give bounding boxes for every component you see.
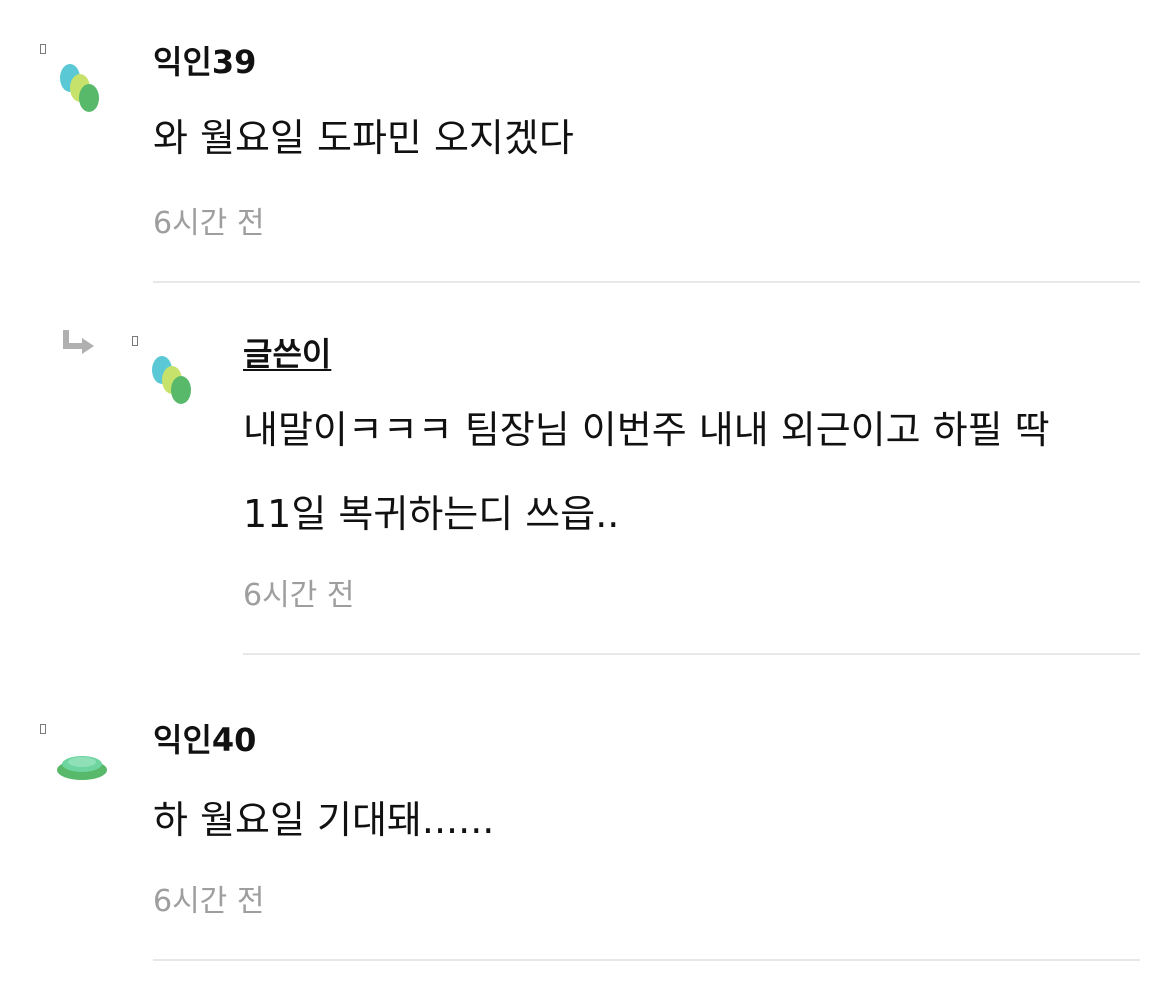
comment-divider — [243, 653, 1140, 655]
comment-item: 익인39 와 월요일 도파민 오지겠다 6시간 전 — [0, 0, 1170, 284]
three-dot-avatar-icon[interactable] — [55, 56, 115, 136]
reply-author[interactable]: 글쓴이 — [243, 334, 331, 374]
reply-timestamp: 6시간 전 — [243, 578, 355, 613]
reply-text-line-2: 11일 복귀하는디 쓰읍.. — [243, 492, 620, 536]
comment-text: 하 월요일 기대돼...... — [153, 798, 495, 842]
report-marker-icon[interactable] — [40, 724, 46, 734]
comment-timestamp: 6시간 전 — [153, 884, 265, 919]
comment-timestamp: 6시간 전 — [153, 206, 265, 241]
three-dot-avatar-icon[interactable] — [147, 348, 207, 428]
reply-arrow-icon — [63, 330, 94, 354]
reply-text-line-1: 내말이ㅋㅋㅋ 팀장님 이번주 내내 외근이고 하필 딱 — [243, 408, 1050, 452]
report-marker-icon[interactable] — [132, 336, 138, 346]
comment-author[interactable]: 익인40 — [153, 720, 256, 760]
comment-text: 와 월요일 도파민 오지겠다 — [153, 116, 574, 160]
comment-divider — [153, 281, 1140, 283]
stacked-discs-avatar-icon[interactable] — [55, 736, 115, 816]
comment-item: 익인40 하 월요일 기대돼...... 6시간 전 — [0, 690, 1170, 962]
reply-item: 글쓴이 내말이ㅋㅋㅋ 팀장님 이번주 내내 외근이고 하필 딱 11일 복귀하는… — [0, 284, 1170, 656]
comment-divider — [153, 959, 1140, 961]
report-marker-icon[interactable] — [40, 44, 46, 54]
comment-author[interactable]: 익인39 — [153, 42, 256, 82]
